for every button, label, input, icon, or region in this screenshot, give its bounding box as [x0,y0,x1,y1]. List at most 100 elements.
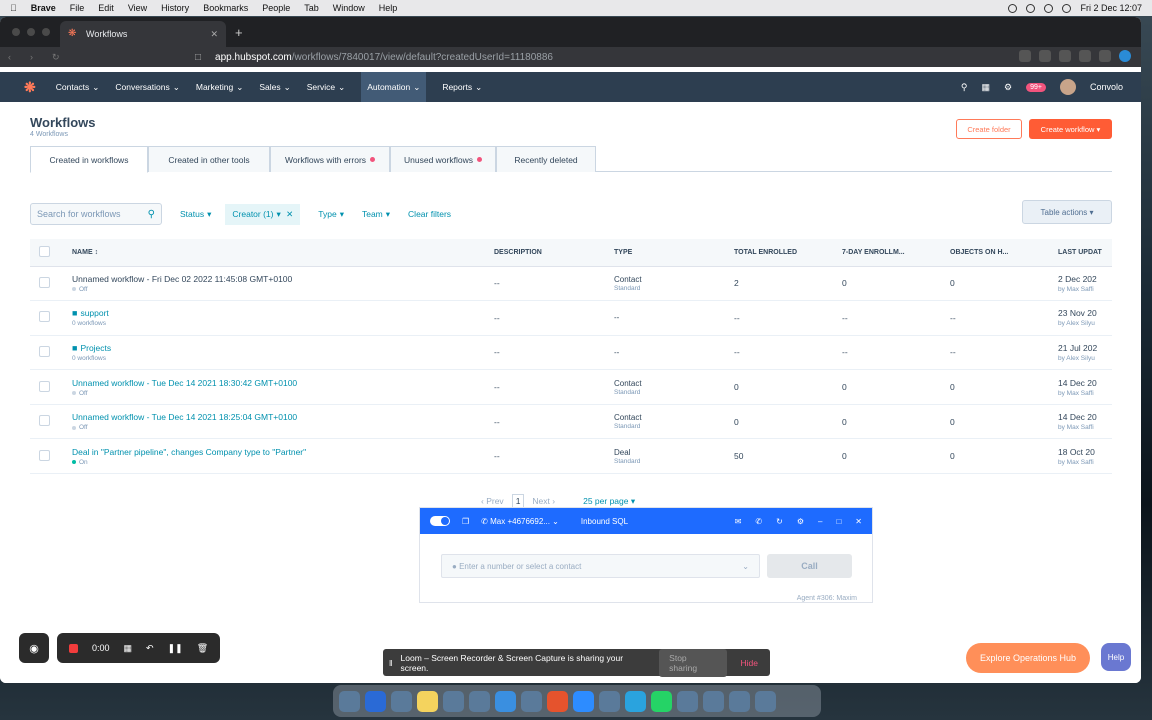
brave-browser-icon[interactable] [547,690,568,712]
zoom-window-icon[interactable] [42,28,50,36]
expand-icon[interactable]: □ [836,517,841,526]
camera-icon[interactable]: ◉ [19,633,49,663]
row-checkbox[interactable] [39,311,50,323]
extension-icon[interactable] [1059,50,1071,62]
menu-view[interactable]: View [128,3,147,13]
explore-operations-hub-button[interactable]: Explore Operations Hub [966,643,1090,673]
copy-icon[interactable]: ❐ [462,517,469,526]
delete-icon[interactable]: 🗑 [197,643,208,654]
app-menu[interactable]: Brave [31,3,56,13]
row-checkbox[interactable] [39,380,50,392]
workflow-name-link[interactable]: Unnamed workflow - Fri Dec 02 2022 11:45… [72,274,486,284]
account-name[interactable]: Convolo [1090,82,1123,92]
column-header-objects[interactable]: OBJECTS ON H... [946,239,1054,267]
mic-icon[interactable] [1008,3,1018,13]
app-icon[interactable] [703,690,724,712]
column-header-type[interactable]: TYPE [610,239,730,267]
row-checkbox[interactable] [39,345,50,357]
menu-bookmarks[interactable]: Bookmarks [203,3,248,13]
type-filter[interactable]: Type ▾ [318,209,344,220]
settings-gear-icon[interactable]: ⚙ [1004,82,1012,93]
url-bar[interactable]: □ app.hubspot.com /workflows/7840017/vie… [195,47,835,67]
call-list-label[interactable]: Inbound SQL [581,517,628,526]
menu-history[interactable]: History [161,3,189,13]
undo-icon[interactable]: ↶ [146,643,154,654]
nav-sales[interactable]: Sales ⌄ [259,72,290,102]
create-workflow-button[interactable]: Create workflow ▾ [1029,119,1112,139]
menu-window[interactable]: Window [333,3,365,13]
tab-created-in-workflows[interactable]: Created in workflows [30,146,148,173]
draw-icon[interactable]: ▦ [124,643,133,654]
next-page-button[interactable]: Next › [532,496,555,506]
column-header-total-enrolled[interactable]: TOTAL ENROLLED [730,239,838,267]
mail-icon[interactable]: ✉ [735,517,742,526]
hide-button[interactable]: Hide [735,658,764,668]
column-header-description[interactable]: DESCRIPTION [490,239,610,267]
nav-marketing[interactable]: Marketing ⌄ [196,72,243,102]
clock[interactable]: Fri 2 Dec 12:07 [1080,3,1142,13]
remove-filter-icon[interactable]: ✕ [284,209,293,220]
search-icon[interactable]: ⚲ [961,82,968,93]
chrome-icon[interactable] [599,690,620,712]
minimize-window-icon[interactable] [27,28,35,36]
select-all-checkbox[interactable] [39,245,50,257]
number-input[interactable]: ● Enter a number or select a contact ⌄ [441,554,760,578]
caller-number-select[interactable]: ✆ Max +4676692... ⌄ [481,517,559,526]
row-checkbox[interactable] [39,415,50,427]
nav-automation[interactable]: Automation ⌄ [361,72,427,102]
tab-unused-workflows[interactable]: Unused workflows [390,146,496,172]
reload-icon[interactable]: ↻ [52,52,64,63]
search-input[interactable]: Search for workflows ⚲ [30,203,162,225]
menu-tab[interactable]: Tab [304,3,319,13]
avatar[interactable] [1059,79,1076,95]
extension-icon[interactable] [1099,50,1111,62]
menu-people[interactable]: People [262,3,290,13]
nav-reports[interactable]: Reports ⌄ [442,72,482,102]
row-checkbox[interactable] [39,449,50,461]
current-page[interactable]: 1 [511,494,525,508]
whatsapp-icon[interactable] [651,690,672,712]
nav-contacts[interactable]: Contacts ⌄ [56,72,100,102]
apple-icon[interactable]:  [10,3,17,13]
nav-service[interactable]: Service ⌄ [307,72,345,102]
phone-icon[interactable]: ✆ [755,517,762,526]
app-icon[interactable] [521,690,542,712]
column-header-7-day-enrollment[interactable]: 7-DAY ENROLLM... [838,239,946,267]
app-icon[interactable] [677,690,698,712]
safari-icon[interactable] [495,690,516,712]
notifications-badge[interactable]: 99+ [1026,82,1046,92]
sort-icon[interactable]: ↕ [95,249,99,256]
workflow-name-link[interactable]: Deal in "Partner pipeline", changes Comp… [72,447,486,457]
extension-icon[interactable] [1039,50,1051,62]
help-button[interactable]: Help [1101,643,1131,671]
prev-page-button[interactable]: ‹ Prev [481,496,504,506]
column-header-last-updated[interactable]: LAST UPDAT [1054,239,1112,267]
menu-help[interactable]: Help [379,3,398,13]
extension-icon[interactable] [1019,50,1031,62]
battery-icon[interactable] [1044,3,1054,13]
search-icon[interactable]: ⚲ [148,209,155,220]
availability-toggle[interactable] [430,516,450,526]
close-window-icon[interactable] [12,28,20,36]
history-icon[interactable]: ↻ [776,517,783,526]
new-tab-icon[interactable]: + [235,25,243,40]
table-actions-button[interactable]: Table actions ▾ [1022,200,1112,224]
stop-sharing-button[interactable]: Stop sharing [659,648,727,677]
folder-link[interactable]: ■ support [72,308,486,318]
browser-tab[interactable]: ❋ Workflows ✕ [60,21,226,47]
workflow-name-link[interactable]: Unnamed workflow - Tue Dec 14 2021 18:25… [72,412,486,422]
notes-icon[interactable] [417,690,438,712]
creator-filter[interactable]: Creator (1) ▾ ✕ [225,203,301,225]
finder-icon[interactable] [339,690,360,712]
settings-gear-icon[interactable]: ⚙ [797,517,804,526]
app-icon[interactable] [443,690,464,712]
status-filter[interactable]: Status ▾ [180,209,211,220]
workflow-name-link[interactable]: Unnamed workflow - Tue Dec 14 2021 18:30… [72,378,486,388]
profile-icon[interactable] [1119,50,1131,62]
extension-icon[interactable] [1079,50,1091,62]
stop-recording-icon[interactable] [69,643,78,653]
per-page-select[interactable]: 25 per page ▾ [583,496,635,507]
app-icon[interactable] [391,690,412,712]
marketplace-icon[interactable]: ▦ [982,82,991,93]
drag-handle-icon[interactable]: ‖ [389,658,393,668]
